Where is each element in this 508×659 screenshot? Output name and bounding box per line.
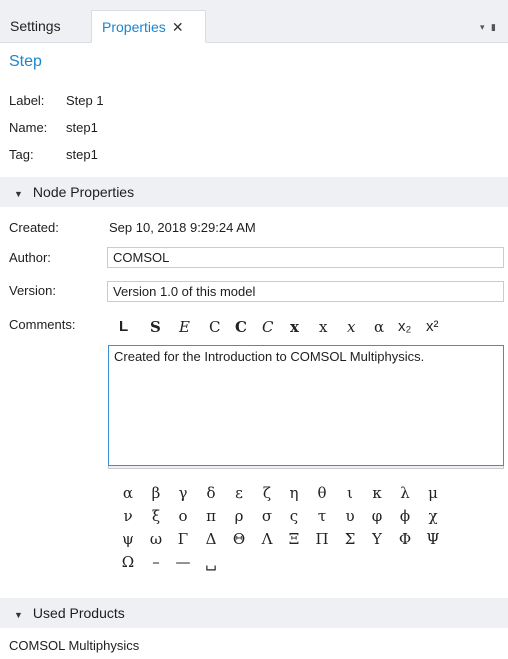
greek-char[interactable]: Π [313,530,331,548]
created-value: Sep 10, 2018 9:29:24 AM [109,220,256,235]
greek-row: ψ ω Γ Δ Θ Λ Ξ Π Σ Υ Φ Ψ [119,530,479,553]
created-label: Created: [9,220,59,235]
greek-char[interactable]: ρ [230,507,248,525]
used-product-item: COMSOL Multiphysics [9,638,140,653]
greek-char[interactable]: λ [396,484,414,502]
greek-char[interactable]: Υ [368,530,386,548]
version-label: Version: [9,283,56,298]
tab-properties[interactable]: Properties ✕ [91,10,206,43]
label-row: Label: Step 1 [9,93,104,108]
greek-char[interactable]: γ [174,484,192,502]
name-key: Name: [9,120,48,135]
tab-bar: Settings Properties ✕ ▾ ▮ [0,0,508,43]
collapse-triangle-icon: ▼ [14,610,23,620]
greek-row: α β γ δ ε ζ η θ ι κ λ μ [119,484,479,507]
greek-char[interactable]: α [119,484,137,502]
version-field[interactable]: Version 1.0 of this model [107,281,504,302]
greek-char[interactable]: ξ [147,507,165,525]
name-value: step1 [66,120,98,135]
greek-char[interactable]: χ [424,507,442,525]
greek-char[interactable]: ν [119,507,137,525]
greek-row: Ω – — ␣ [119,553,479,576]
greek-char[interactable]: ε [230,484,248,502]
greek-char[interactable]: φ [368,507,386,525]
section-used-products[interactable]: ▼ Used Products [0,598,508,628]
greek-char[interactable]: Ω [119,553,137,571]
format-button-E[interactable]: E [179,317,190,337]
greek-char[interactable]: θ [313,484,331,502]
greek-char[interactable]: Γ [174,530,192,548]
greek-char[interactable]: π [202,507,220,525]
greek-char[interactable]: κ [368,484,386,502]
author-field[interactable]: COMSOL [107,247,504,268]
greek-char[interactable]: ψ [119,530,137,548]
greek-char[interactable]: ζ [258,484,276,502]
greek-row: ν ξ ο π ρ σ ς τ υ φ ϕ χ [119,507,479,530]
greek-char[interactable]: ϕ [396,507,414,525]
tab-properties-label: Properties [102,19,166,35]
greek-char[interactable]: υ [341,507,359,525]
name-row: Name: step1 [9,120,98,135]
greek-char[interactable]: Ψ [424,530,442,548]
greek-char[interactable]: τ [313,507,331,525]
format-button-alpha[interactable]: α [374,317,384,337]
format-button-S[interactable]: S [150,317,161,337]
greek-char[interactable]: Θ [230,530,248,548]
comments-label: Comments: [9,317,76,332]
format-button-subscript[interactable]: x₂ [398,317,411,337]
section-used-products-label: Used Products [32,605,125,621]
format-button-x-italic[interactable]: x [347,317,355,337]
tab-settings[interactable]: Settings [0,10,71,43]
greek-char[interactable]: δ [202,484,220,502]
greek-char[interactable]: Σ [341,530,359,548]
greek-char[interactable]: σ [258,507,276,525]
node-title: Step [9,53,42,70]
greek-char[interactable]: η [285,484,303,502]
close-icon[interactable]: ✕ [172,19,184,35]
format-button-x[interactable]: x [319,317,327,337]
comments-textarea[interactable]: Created for the Introduction to COMSOL M… [108,345,504,466]
tag-key: Tag: [9,147,34,162]
greek-char[interactable]: ς [285,507,303,525]
en-dash-char[interactable]: – [147,553,165,571]
greek-palette: α β γ δ ε ζ η θ ι κ λ μ ν ξ ο π ρ σ ς τ … [119,484,479,576]
tag-row: Tag: step1 [9,147,98,162]
section-node-properties[interactable]: ▼ Node Properties [0,177,508,207]
collapse-triangle-icon: ▼ [14,189,23,199]
label-key: Label: [9,93,45,108]
greek-char[interactable]: Φ [396,530,414,548]
greek-char[interactable]: ο [174,507,192,525]
space-char[interactable]: ␣ [202,553,220,571]
greek-char[interactable]: ι [341,484,359,502]
em-dash-char[interactable]: — [174,553,192,571]
greek-char[interactable]: ω [147,530,165,548]
textarea-resize-bar[interactable] [108,466,504,469]
greek-char[interactable]: Λ [258,530,276,548]
format-button-x-bold[interactable]: x [290,317,299,337]
format-button-C-bold[interactable]: C [235,317,247,337]
greek-char[interactable]: μ [424,484,442,502]
label-value: Step 1 [66,93,104,108]
greek-char[interactable]: Δ [202,530,220,548]
section-node-properties-label: Node Properties [32,184,135,200]
pane-menu-icon[interactable]: ▾ ▮ [480,22,498,33]
greek-char[interactable]: Ξ [285,530,303,548]
greek-char[interactable]: β [147,484,165,502]
tag-value: step1 [66,147,98,162]
format-button-C-smallcaps[interactable]: C [209,317,220,337]
tab-settings-label: Settings [10,18,61,34]
author-label: Author: [9,250,51,265]
format-button-superscript[interactable]: x² [426,317,439,337]
format-button-L[interactable]: L [119,317,128,337]
format-button-C-italic[interactable]: C [262,317,273,337]
